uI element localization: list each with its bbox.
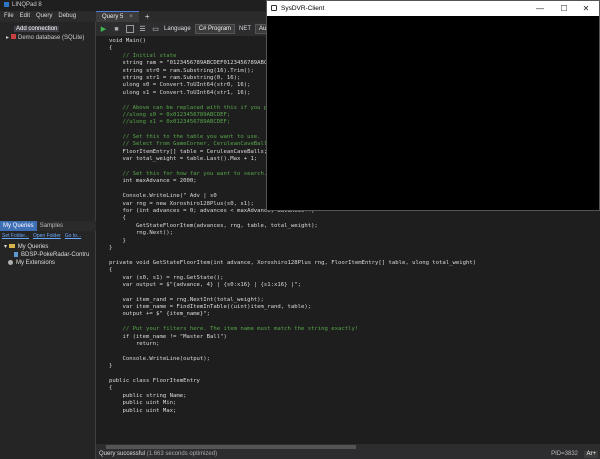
split-view-icon[interactable]: ▭ bbox=[151, 25, 160, 34]
folder-icon bbox=[8, 244, 15, 249]
connection-item[interactable]: ▸ Demo database (SQLite) bbox=[6, 34, 84, 41]
app-title: LINQPad 8 bbox=[12, 2, 42, 8]
code-line[interactable]: } bbox=[109, 245, 476, 252]
status-text: Query successful bbox=[99, 451, 146, 457]
menu-edit[interactable]: Edit bbox=[20, 11, 30, 22]
code-line[interactable]: } bbox=[109, 363, 476, 370]
tab-label: Query 5 bbox=[102, 14, 124, 20]
code-line[interactable]: // Put your filters here. The item name … bbox=[109, 326, 476, 333]
code-line[interactable]: private void GetStateFloorItem(int advan… bbox=[109, 260, 476, 267]
code-line[interactable] bbox=[109, 371, 476, 378]
tab-close-icon[interactable]: × bbox=[129, 14, 133, 20]
status-bar: Query successful (1.663 seconds optimize… bbox=[96, 450, 600, 459]
code-line[interactable]: } bbox=[109, 238, 476, 245]
code-line[interactable]: { bbox=[109, 215, 476, 222]
queries-tabs: My Queries Samples bbox=[0, 221, 96, 231]
editor-gutter bbox=[96, 36, 106, 444]
set-folder-link[interactable]: Set Folder... bbox=[2, 233, 29, 239]
code-line[interactable]: return; bbox=[109, 341, 476, 348]
tree-item-label: My Queries bbox=[17, 244, 49, 250]
tree-item-label: BDSP-PokeRadar-Contru bbox=[21, 252, 90, 258]
queries-tree: ▾ My Queries BDSP-PokeRadar-Contru My Ex… bbox=[4, 243, 89, 267]
code-line[interactable]: public class FloorItemEntry bbox=[109, 378, 476, 385]
code-line[interactable]: { bbox=[109, 267, 476, 274]
tab-query-5[interactable]: Query 5 × bbox=[96, 11, 139, 22]
query-file-icon bbox=[14, 251, 18, 257]
tab-my-queries[interactable]: My Queries bbox=[0, 221, 37, 231]
language-select[interactable]: C# Program bbox=[194, 24, 236, 34]
code-line[interactable] bbox=[109, 319, 476, 326]
code-line[interactable] bbox=[109, 348, 476, 355]
sysdvr-title: SysDVR-Client bbox=[281, 5, 325, 12]
code-line[interactable]: var (s0, s1) = rng.GetState(); bbox=[109, 275, 476, 282]
tree-item-my-queries[interactable]: ▾ My Queries bbox=[4, 243, 89, 251]
menu-file[interactable]: File bbox=[4, 11, 14, 22]
sysdvr-titlebar[interactable]: SysDVR-Client — ☐ ✕ bbox=[267, 1, 599, 16]
connection-label: Demo database (SQLite) bbox=[18, 35, 85, 41]
sysdvr-window[interactable]: SysDVR-Client — ☐ ✕ bbox=[266, 0, 600, 211]
menu-bar: File Edit Query Debug bbox=[0, 11, 96, 22]
code-line[interactable]: output += $" {item_name}"; bbox=[109, 311, 476, 318]
tree-item-label: My Extensions bbox=[16, 260, 56, 266]
extensions-icon bbox=[8, 259, 13, 265]
database-icon bbox=[11, 34, 17, 39]
add-connection-link[interactable]: Add connection bbox=[14, 26, 60, 32]
code-line[interactable]: public uint Max; bbox=[109, 408, 476, 415]
connections-pane: Add connection ▸ Demo database (SQLite) M… bbox=[0, 22, 96, 459]
process-id: PID=3832 bbox=[551, 451, 578, 457]
code-line[interactable]: if (item_name != "Master Ball") bbox=[109, 334, 476, 341]
stop-icon[interactable]: ■ bbox=[112, 25, 121, 34]
tab-samples[interactable]: Samples bbox=[37, 221, 66, 231]
code-line[interactable]: public uint Min; bbox=[109, 400, 476, 407]
close-button[interactable]: ✕ bbox=[575, 1, 597, 16]
tree-item-my-extensions[interactable]: My Extensions bbox=[4, 259, 89, 267]
elapsed-text: (1.663 seconds optimized) bbox=[146, 451, 218, 457]
code-line[interactable]: var item_rand = rng.NextInt(total_weight… bbox=[109, 297, 476, 304]
code-line[interactable]: { bbox=[109, 385, 476, 392]
folder-links: Set Folder... Open Folder Go to... bbox=[2, 233, 96, 239]
open-folder-link[interactable]: Open Folder bbox=[33, 233, 61, 239]
net-label[interactable]: NET bbox=[239, 26, 251, 32]
code-line[interactable]: public string Name; bbox=[109, 393, 476, 400]
code-line[interactable] bbox=[109, 252, 476, 259]
maximize-button[interactable]: ☐ bbox=[553, 1, 575, 16]
expand-icon[interactable]: ▸ bbox=[6, 35, 9, 41]
app-icon bbox=[271, 5, 277, 11]
results-text-icon[interactable]: ☰ bbox=[138, 25, 147, 34]
code-line[interactable] bbox=[109, 289, 476, 296]
tree-item-query-file[interactable]: BDSP-PokeRadar-Contru bbox=[4, 251, 89, 259]
code-line[interactable]: rng.Next(); bbox=[109, 230, 476, 237]
zoom-button[interactable]: Ar+ bbox=[584, 451, 598, 458]
menu-debug[interactable]: Debug bbox=[58, 11, 76, 22]
code-line[interactable]: Console.WriteLine(output); bbox=[109, 356, 476, 363]
minimize-button[interactable]: — bbox=[529, 1, 551, 16]
code-line[interactable]: var output = $"{advance, 4} | {s0:x16} |… bbox=[109, 282, 476, 289]
results-grid-icon[interactable] bbox=[125, 25, 134, 34]
language-label: Language bbox=[164, 26, 191, 32]
linqpad-icon bbox=[4, 1, 9, 7]
code-line[interactable]: var item_name = FindItemInTable((uint)it… bbox=[109, 304, 476, 311]
go-to-link[interactable]: Go to... bbox=[65, 233, 81, 239]
chevron-down-icon[interactable]: ▾ bbox=[4, 244, 7, 250]
add-tab-button[interactable]: + bbox=[145, 12, 150, 21]
run-icon[interactable]: ▶ bbox=[99, 25, 108, 34]
menu-query[interactable]: Query bbox=[36, 11, 52, 22]
scroll-thumb[interactable] bbox=[106, 445, 356, 449]
code-line[interactable]: GetStateFloorItem(advances, rng, table, … bbox=[109, 223, 476, 230]
